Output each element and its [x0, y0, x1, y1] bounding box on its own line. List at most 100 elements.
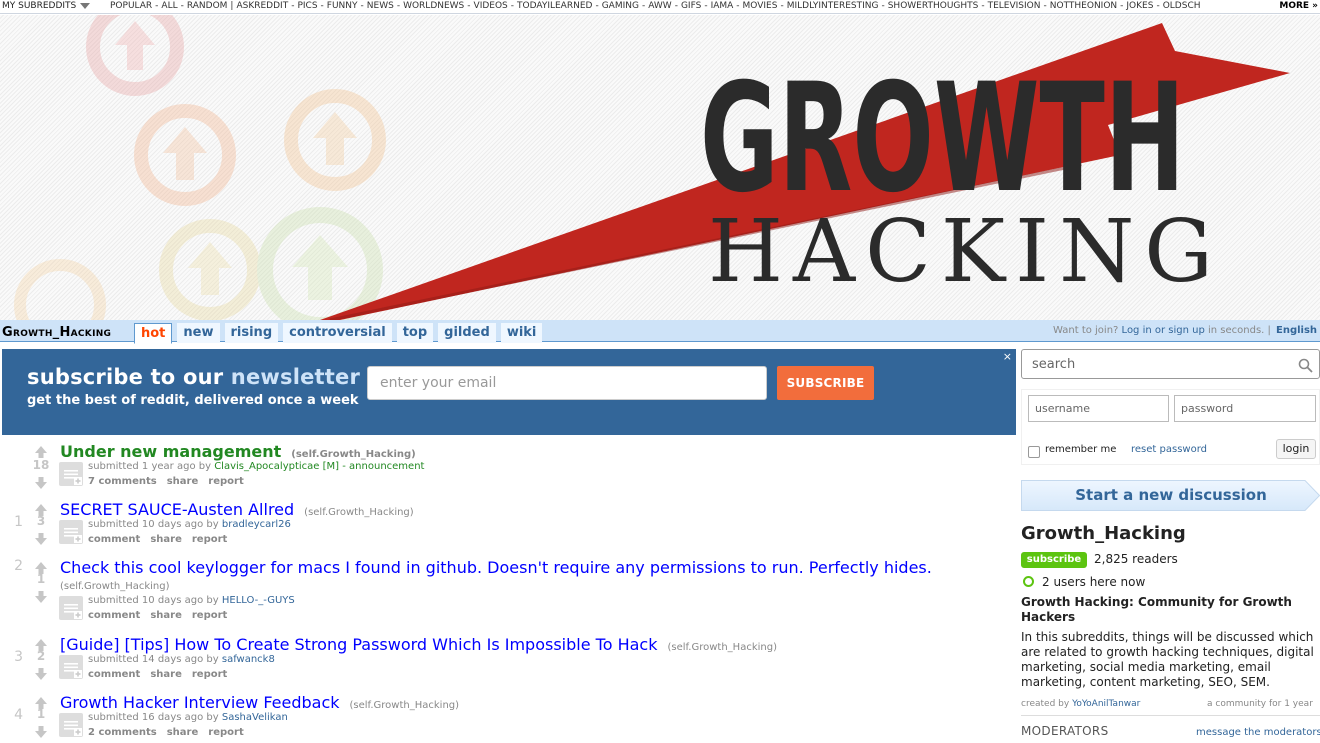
- upvote-arrow-icon[interactable]: [34, 444, 48, 458]
- newsletter-email-input[interactable]: [367, 366, 767, 400]
- self-post-thumbnail-icon[interactable]: [59, 596, 83, 620]
- login-signup-link[interactable]: Log in or sign up: [1122, 325, 1205, 336]
- search-icon[interactable]: [1298, 358, 1313, 373]
- comments-link[interactable]: 7 comments: [88, 476, 157, 487]
- login-button[interactable]: login: [1276, 439, 1316, 459]
- top-link-aww[interactable]: AWW: [648, 1, 671, 11]
- share-link[interactable]: share: [150, 669, 182, 680]
- post-author[interactable]: HELLO-_-GUYS: [222, 595, 295, 606]
- subreddit-banner[interactable]: GROWTH HACKING: [0, 15, 1320, 320]
- top-link-all[interactable]: ALL: [161, 1, 177, 11]
- report-link[interactable]: report: [192, 534, 227, 545]
- top-link-todayilearned[interactable]: TODAYILEARNED: [517, 1, 592, 11]
- post-author[interactable]: bradleycarl26: [222, 519, 291, 530]
- reset-password-link[interactable]: reset password: [1131, 444, 1207, 455]
- top-link-popular[interactable]: POPULAR: [110, 1, 152, 11]
- self-post-thumbnail-icon[interactable]: [59, 713, 83, 737]
- creator-link[interactable]: YoYoAnilTanwar: [1072, 699, 1140, 709]
- separator: -: [981, 1, 985, 11]
- start-discussion-button[interactable]: Start a new discussion: [1021, 480, 1320, 511]
- created-by: created by YoYoAnilTanwar: [1021, 699, 1140, 709]
- top-link-movies[interactable]: MOVIES: [743, 1, 778, 11]
- top-link-nottheonion[interactable]: NOTTHEONION: [1050, 1, 1117, 11]
- tab-controversial[interactable]: controversial: [283, 323, 392, 343]
- top-link-showerthoughts[interactable]: SHOWERTHOUGHTS: [888, 1, 979, 11]
- post-domain[interactable]: (self.Growth_Hacking): [60, 581, 170, 592]
- post-domain[interactable]: (self.Growth_Hacking): [291, 449, 415, 460]
- downvote-arrow-icon[interactable]: [34, 531, 48, 545]
- self-post-thumbnail-icon[interactable]: [59, 655, 83, 679]
- share-link[interactable]: share: [150, 610, 182, 621]
- top-link-oldsch[interactable]: OLDSCH: [1163, 1, 1201, 11]
- sidebar: remember me reset password login Start a…: [1020, 343, 1320, 743]
- banner-graphic: GROWTH HACKING: [14, 15, 1290, 320]
- post-title-link[interactable]: [Guide] [Tips] How To Create Strong Pass…: [60, 635, 777, 654]
- self-post-thumbnail-icon[interactable]: [59, 520, 83, 544]
- post-title-link[interactable]: SECRET SAUCE-Austen Allred (self.Growth_H…: [60, 500, 414, 519]
- subscribe-button[interactable]: subscribe: [1021, 552, 1087, 568]
- top-link-jokes[interactable]: JOKES: [1126, 1, 1153, 11]
- message-moderators-link[interactable]: message the moderators: [1196, 727, 1320, 738]
- post-author[interactable]: safwanck8: [222, 654, 275, 665]
- top-link-iama[interactable]: IAMA: [711, 1, 734, 11]
- top-link-videos[interactable]: VIDEOS: [474, 1, 508, 11]
- separator: -: [1120, 1, 1124, 11]
- newsletter-subscribe-button[interactable]: SUBSCRIBE: [777, 366, 874, 400]
- share-link[interactable]: share: [167, 476, 199, 487]
- report-link[interactable]: report: [208, 727, 243, 738]
- post-domain[interactable]: (self.Growth_Hacking): [350, 700, 460, 711]
- top-link-funny[interactable]: FUNNY: [327, 1, 358, 11]
- top-link-worldnews[interactable]: WORLDNEWS: [403, 1, 464, 11]
- post-domain[interactable]: (self.Growth_Hacking): [304, 507, 414, 518]
- share-link[interactable]: share: [150, 534, 182, 545]
- top-link-mildlyinteresting[interactable]: MILDLYINTERESTING: [787, 1, 879, 11]
- password-field[interactable]: [1174, 395, 1316, 422]
- downvote-arrow-icon[interactable]: [34, 589, 48, 603]
- top-link-random[interactable]: RANDOM: [187, 1, 228, 11]
- tab-top[interactable]: top: [396, 323, 434, 343]
- newsletter-heading-prefix: subscribe to our: [27, 365, 224, 389]
- comments-link[interactable]: 2 comments: [88, 727, 157, 738]
- subreddit-header-tabs: Growth_Hacking hot new rising controversial…: [0, 320, 1320, 344]
- downvote-arrow-icon[interactable]: [34, 475, 48, 489]
- report-link[interactable]: report: [208, 476, 243, 487]
- post-row: 2 1 Check this cool keylogger for macs I f…: [0, 558, 1016, 633]
- search-input[interactable]: [1021, 349, 1320, 379]
- tab-hot[interactable]: hot: [134, 323, 173, 344]
- tab-gilded[interactable]: gilded: [438, 323, 496, 343]
- join-suffix: in seconds.: [1208, 325, 1265, 336]
- my-subreddits-dropdown[interactable]: MY SUBREDDITS: [2, 0, 91, 13]
- subreddit-name-link[interactable]: Growth_Hacking: [2, 325, 111, 340]
- downvote-arrow-icon[interactable]: [34, 666, 48, 680]
- top-link-news[interactable]: NEWS: [367, 1, 394, 11]
- more-link[interactable]: MORE »: [1273, 0, 1320, 13]
- downvote-arrow-icon[interactable]: [34, 724, 48, 738]
- post-title-link[interactable]: Check this cool keylogger for macs I fou…: [60, 558, 932, 577]
- top-link-pics[interactable]: PICS: [297, 1, 317, 11]
- self-post-thumbnail-icon[interactable]: [59, 462, 83, 486]
- join-prompt: Want to join? Log in or sign up in secon…: [1053, 325, 1271, 336]
- comments-link[interactable]: comment: [88, 669, 140, 680]
- comments-link[interactable]: comment: [88, 534, 140, 545]
- close-icon[interactable]: ×: [1003, 350, 1012, 363]
- tab-new[interactable]: new: [177, 323, 220, 343]
- share-link[interactable]: share: [167, 727, 199, 738]
- tab-rising[interactable]: rising: [224, 323, 279, 343]
- post-author[interactable]: SashaVelikan: [222, 712, 288, 723]
- sidebar-subreddit-title[interactable]: Growth_Hacking: [1021, 523, 1186, 544]
- tab-wiki[interactable]: wiki: [500, 323, 543, 343]
- post-title-link[interactable]: Under new management (self.Growth_Hacking…: [60, 442, 416, 461]
- top-link-askreddit[interactable]: ASKREDDIT: [236, 1, 288, 11]
- top-link-gaming[interactable]: GAMING: [602, 1, 639, 11]
- post-author[interactable]: Clavis_Apocalypticae: [214, 461, 319, 472]
- comments-link[interactable]: comment: [88, 610, 140, 621]
- report-link[interactable]: report: [192, 669, 227, 680]
- username-field[interactable]: [1028, 395, 1169, 422]
- remember-me-checkbox[interactable]: [1028, 446, 1040, 458]
- top-link-gifs[interactable]: GIFS: [681, 1, 701, 11]
- language-selector[interactable]: English: [1276, 325, 1317, 336]
- post-domain[interactable]: (self.Growth_Hacking): [667, 642, 777, 653]
- report-link[interactable]: report: [192, 610, 227, 621]
- top-link-television[interactable]: TELEVISION: [988, 1, 1041, 11]
- post-title-link[interactable]: Growth Hacker Interview Feedback (self.Gr…: [60, 693, 459, 712]
